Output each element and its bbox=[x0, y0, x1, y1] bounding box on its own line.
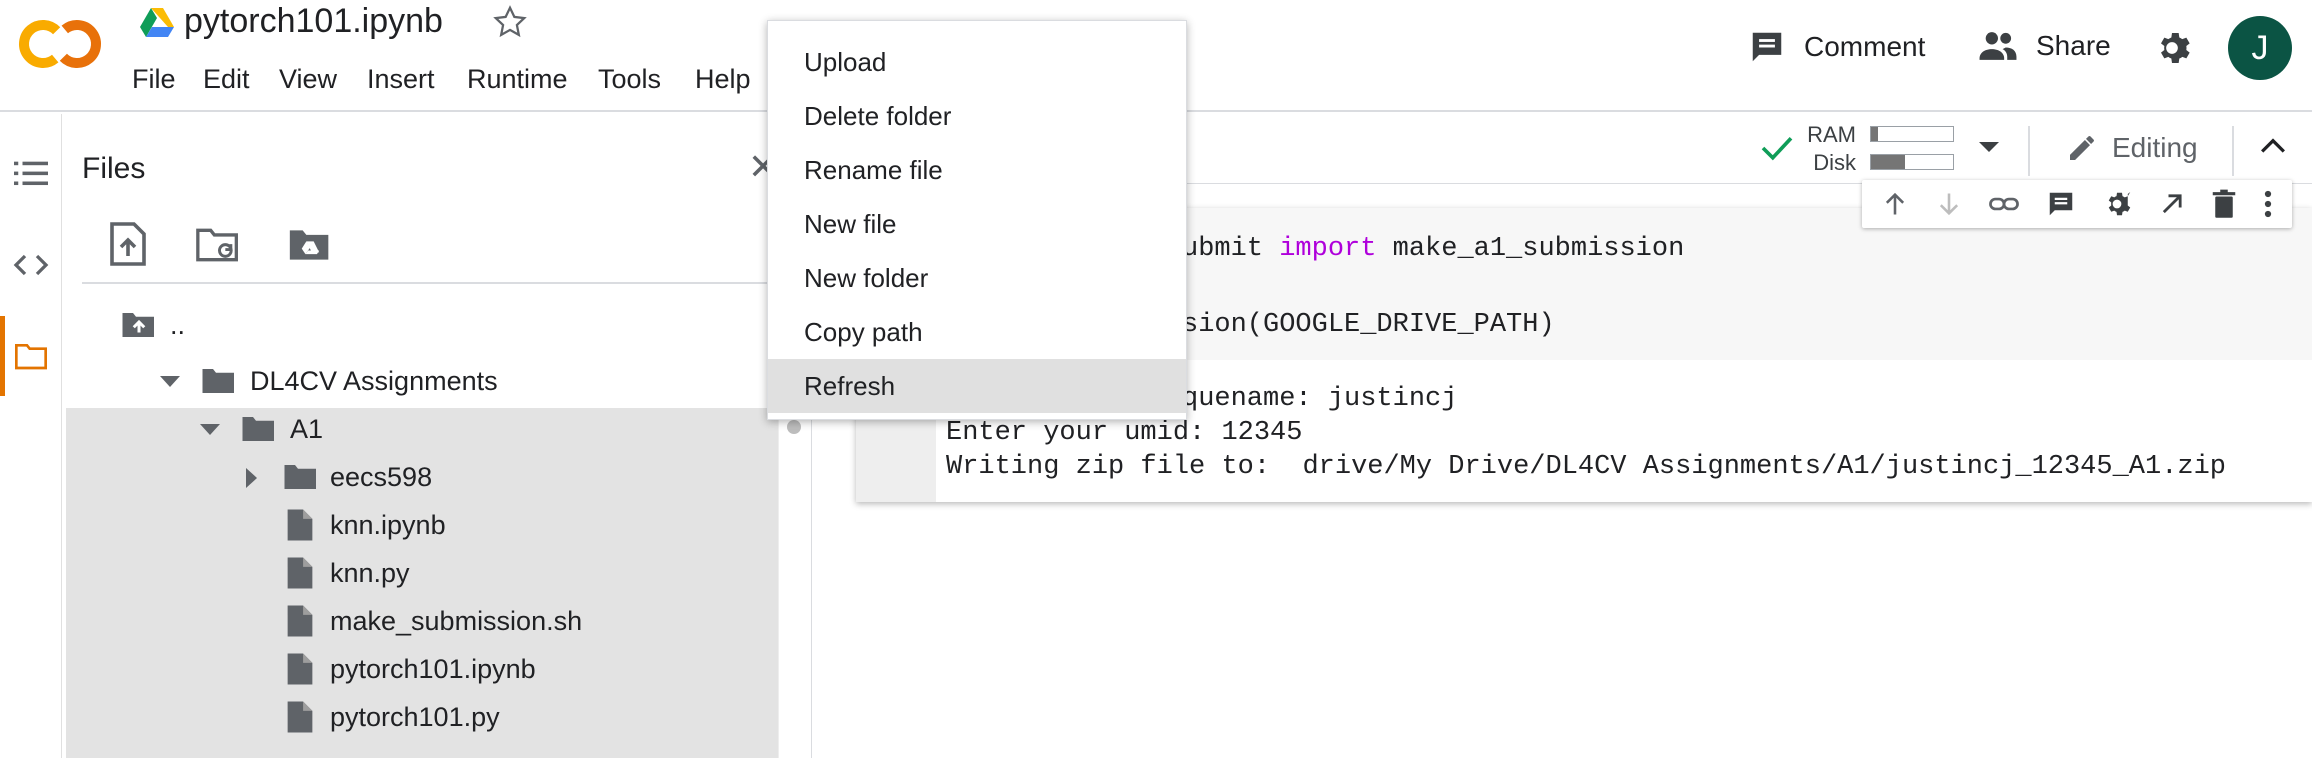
disk-label: Disk bbox=[1813, 150, 1856, 175]
active-indicator bbox=[0, 316, 5, 396]
output-line-3: Writing zip file to: drive/My Drive/DL4C… bbox=[946, 452, 2227, 482]
mount-drive-icon[interactable] bbox=[288, 226, 332, 264]
file-icon bbox=[286, 700, 314, 734]
pencil-icon bbox=[2066, 132, 2098, 164]
editing-label: Editing bbox=[2112, 132, 2198, 163]
menu-file[interactable]: File bbox=[132, 64, 176, 95]
comment-label: Comment bbox=[1804, 31, 1926, 62]
file-icon bbox=[286, 556, 314, 590]
link-icon[interactable] bbox=[1988, 190, 2020, 218]
menu-tools[interactable]: Tools bbox=[598, 64, 661, 95]
user-avatar[interactable]: J bbox=[2228, 16, 2292, 80]
ram-meter[interactable] bbox=[1870, 126, 1954, 142]
files-panel-title: Files bbox=[82, 152, 146, 185]
menu-item-upload[interactable]: Upload bbox=[768, 35, 1186, 89]
file-icon bbox=[286, 508, 314, 542]
parent-folder-icon[interactable] bbox=[120, 310, 158, 340]
folder-icon[interactable] bbox=[15, 342, 47, 370]
chevron-right-icon[interactable] bbox=[244, 468, 258, 488]
tree-file-pytorch101-ipynb[interactable]: pytorch101.ipynb bbox=[330, 654, 536, 685]
file-icon bbox=[286, 652, 314, 686]
file-icon bbox=[286, 604, 314, 638]
menu-item-refresh[interactable]: Refresh bbox=[768, 359, 1186, 413]
code-icon[interactable] bbox=[13, 250, 49, 280]
code-keyword: import bbox=[1279, 234, 1377, 264]
menu-view[interactable]: View bbox=[279, 64, 337, 95]
code-line-2: sion(GOOGLE_DRIVE_PATH) bbox=[1182, 310, 1555, 340]
code-token: ubmit bbox=[1182, 234, 1264, 264]
chevron-down-icon[interactable] bbox=[1978, 140, 2000, 154]
folder-icon bbox=[200, 366, 238, 396]
code-line-1: ubmit import make_a1_submission bbox=[1182, 234, 1684, 264]
share-button[interactable]: Share bbox=[1978, 28, 2111, 64]
toc-icon[interactable] bbox=[14, 158, 48, 188]
share-label: Share bbox=[2036, 30, 2111, 61]
refresh-folder-icon[interactable] bbox=[196, 226, 240, 264]
chevron-down-icon[interactable] bbox=[160, 374, 180, 388]
disk-meter-fill bbox=[1871, 155, 1906, 169]
menu-item-new-folder[interactable]: New folder bbox=[768, 251, 1186, 305]
toolbar-separator bbox=[2028, 126, 2030, 176]
folder-icon bbox=[282, 462, 320, 492]
menu-edit[interactable]: Edit bbox=[203, 64, 250, 95]
open-in-new-icon[interactable] bbox=[2158, 190, 2186, 218]
menu-help[interactable]: Help bbox=[695, 64, 751, 95]
tree-file-make-submission[interactable]: make_submission.sh bbox=[330, 606, 582, 637]
tree-file-knn-py[interactable]: knn.py bbox=[330, 558, 410, 589]
menu-item-rename-file[interactable]: Rename file bbox=[768, 143, 1186, 197]
notebook-title[interactable]: pytorch101.ipynb bbox=[184, 2, 443, 41]
colab-logo[interactable] bbox=[18, 18, 102, 70]
ram-meter-fill bbox=[1871, 127, 1878, 141]
disk-meter[interactable] bbox=[1870, 154, 1954, 170]
chevron-down-icon[interactable] bbox=[200, 422, 220, 436]
ram-label: RAM bbox=[1807, 122, 1856, 147]
tree-folder-a1[interactable]: A1 bbox=[290, 414, 323, 445]
settings-gear-icon[interactable] bbox=[2152, 28, 2192, 68]
tree-folder-dl4cv[interactable]: DL4CV Assignments bbox=[250, 366, 498, 397]
files-divider bbox=[82, 282, 812, 284]
editing-mode-button[interactable]: Editing bbox=[2066, 132, 2198, 164]
cell-toolbar bbox=[1862, 180, 2292, 228]
tree-folder-eecs598[interactable]: eecs598 bbox=[330, 462, 432, 493]
star-icon[interactable] bbox=[492, 4, 528, 40]
menu-runtime[interactable]: Runtime bbox=[467, 64, 568, 95]
tree-parent-label[interactable]: .. bbox=[170, 310, 185, 341]
check-icon bbox=[1760, 134, 1794, 162]
folder-icon bbox=[240, 414, 278, 444]
arrow-down-icon[interactable] bbox=[1935, 190, 1963, 218]
menu-item-new-file[interactable]: New file bbox=[768, 197, 1186, 251]
comment-button[interactable]: Comment bbox=[1748, 28, 1925, 66]
toolbar-separator bbox=[2232, 126, 2234, 176]
menu-item-delete-folder[interactable]: Delete folder bbox=[768, 89, 1186, 143]
gear-icon[interactable] bbox=[2102, 189, 2132, 219]
tree-file-knn-ipynb[interactable]: knn.ipynb bbox=[330, 510, 446, 541]
chevron-up-icon[interactable] bbox=[2260, 136, 2286, 154]
tree-file-pytorch101-py[interactable]: pytorch101.py bbox=[330, 702, 500, 733]
arrow-up-icon[interactable] bbox=[1881, 190, 1909, 218]
comment-icon bbox=[1748, 28, 1786, 66]
upload-file-icon[interactable] bbox=[110, 222, 146, 266]
context-menu: Upload Delete folder Rename file New fil… bbox=[767, 20, 1187, 420]
resize-grip[interactable] bbox=[787, 420, 801, 434]
delete-icon[interactable] bbox=[2211, 189, 2237, 219]
drive-icon[interactable] bbox=[140, 8, 174, 38]
output-line-1: quename: justincj bbox=[1182, 384, 1458, 414]
output-line-2: Enter your umid: 12345 bbox=[946, 418, 1303, 448]
menu-insert[interactable]: Insert bbox=[367, 64, 435, 95]
code-token: make_a1_submission bbox=[1392, 234, 1685, 264]
left-rail bbox=[0, 114, 62, 758]
people-icon bbox=[1978, 28, 2018, 64]
comment-icon[interactable] bbox=[2046, 189, 2076, 219]
more-vert-icon[interactable] bbox=[2263, 189, 2273, 219]
menu-item-copy-path[interactable]: Copy path bbox=[768, 305, 1186, 359]
